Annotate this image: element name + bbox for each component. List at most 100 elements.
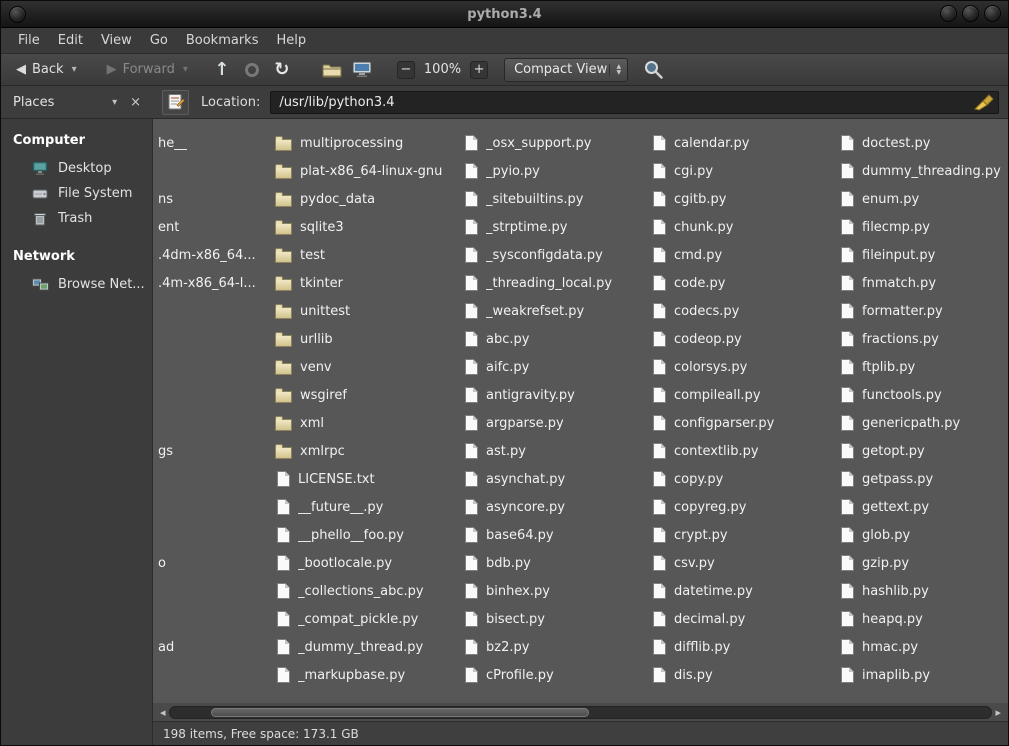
file-item[interactable]: decimal.py xyxy=(649,605,837,633)
folder-item[interactable]: urllib xyxy=(273,325,461,353)
file-item[interactable]: _compat_pickle.py xyxy=(273,605,461,633)
back-dropdown-icon[interactable]: ▾ xyxy=(72,64,77,75)
file-item[interactable]: getpass.py xyxy=(837,465,1006,493)
file-item[interactable]: colorsys.py xyxy=(649,353,837,381)
file-item[interactable]: heapq.py xyxy=(837,605,1006,633)
file-item[interactable]: glob.py xyxy=(837,521,1006,549)
file-item[interactable]: datetime.py xyxy=(649,577,837,605)
file-item[interactable]: functools.py xyxy=(837,381,1006,409)
sidebar-item-file-system[interactable]: File System xyxy=(1,181,152,206)
search-button[interactable] xyxy=(638,57,668,83)
file-item[interactable]: fnmatch.py xyxy=(837,269,1006,297)
file-item[interactable]: genericpath.py xyxy=(837,409,1006,437)
folder-item[interactable]: test xyxy=(273,241,461,269)
file-item[interactable]: cgitb.py xyxy=(649,185,837,213)
file-item[interactable]: ast.py xyxy=(461,437,649,465)
file-item[interactable]: codecs.py xyxy=(649,297,837,325)
folder-item[interactable]: wsgiref xyxy=(273,381,461,409)
menu-bookmarks[interactable]: Bookmarks xyxy=(177,30,268,51)
file-item[interactable]: _sitebuiltins.py xyxy=(461,185,649,213)
file-item[interactable]: hmac.py xyxy=(837,633,1006,661)
file-item[interactable]: dummy_threading.py xyxy=(837,157,1006,185)
sidebar-item-trash[interactable]: Trash xyxy=(1,206,152,231)
maximize-button[interactable] xyxy=(962,5,979,22)
stop-button[interactable] xyxy=(237,57,267,83)
file-item-partial[interactable]: ns xyxy=(156,185,273,213)
folder-item[interactable]: xmlrpc xyxy=(273,437,461,465)
file-item[interactable]: _dummy_thread.py xyxy=(273,633,461,661)
file-item[interactable]: argparse.py xyxy=(461,409,649,437)
file-item[interactable]: _pyio.py xyxy=(461,157,649,185)
file-item[interactable]: hashlib.py xyxy=(837,577,1006,605)
file-item[interactable]: difflib.py xyxy=(649,633,837,661)
file-item[interactable]: asyncore.py xyxy=(461,493,649,521)
minimize-button[interactable] xyxy=(940,5,957,22)
menu-help[interactable]: Help xyxy=(267,30,315,51)
file-item[interactable]: aifc.py xyxy=(461,353,649,381)
folder-item[interactable]: plat-x86_64-linux-gnu xyxy=(273,157,461,185)
folder-item[interactable]: pydoc_data xyxy=(273,185,461,213)
zoom-out-button[interactable]: − xyxy=(397,61,415,79)
places-close-icon[interactable]: × xyxy=(130,95,141,110)
scroll-left-icon[interactable]: ◂ xyxy=(157,706,169,719)
file-item[interactable]: LICENSE.txt xyxy=(273,465,461,493)
file-item[interactable]: ftplib.py xyxy=(837,353,1006,381)
file-item[interactable]: _strptime.py xyxy=(461,213,649,241)
file-item[interactable]: compileall.py xyxy=(649,381,837,409)
folder-item[interactable]: sqlite3 xyxy=(273,213,461,241)
file-item[interactable]: calendar.py xyxy=(649,129,837,157)
file-item[interactable]: _threading_local.py xyxy=(461,269,649,297)
file-item[interactable]: dis.py xyxy=(649,661,837,689)
up-button[interactable]: ↑ xyxy=(207,57,237,83)
file-item[interactable]: _collections_abc.py xyxy=(273,577,461,605)
file-item[interactable]: contextlib.py xyxy=(649,437,837,465)
file-item[interactable]: binhex.py xyxy=(461,577,649,605)
open-folder-button[interactable] xyxy=(317,57,347,83)
file-item[interactable]: _bootlocale.py xyxy=(273,549,461,577)
file-item[interactable]: bisect.py xyxy=(461,605,649,633)
file-item[interactable]: formatter.py xyxy=(837,297,1006,325)
forward-button[interactable]: ▶ Forward ▾ xyxy=(100,59,195,80)
file-item[interactable]: asynchat.py xyxy=(461,465,649,493)
back-button[interactable]: ◀ Back ▾ xyxy=(9,59,84,80)
folder-item[interactable]: unittest xyxy=(273,297,461,325)
file-item[interactable]: base64.py xyxy=(461,521,649,549)
menu-file[interactable]: File xyxy=(9,30,49,51)
file-item-partial[interactable]: he__ xyxy=(156,129,273,157)
zoom-in-button[interactable]: + xyxy=(470,61,488,79)
file-item[interactable]: antigravity.py xyxy=(461,381,649,409)
view-mode-select[interactable]: Compact View ▲ ▼ xyxy=(504,58,628,82)
file-item-partial[interactable]: ad xyxy=(156,633,273,661)
file-item[interactable]: code.py xyxy=(649,269,837,297)
file-item-partial[interactable]: .4m-x86_64-l... xyxy=(156,269,273,297)
file-item[interactable]: gettext.py xyxy=(837,493,1006,521)
file-item[interactable]: csv.py xyxy=(649,549,837,577)
file-item-partial[interactable]: ent xyxy=(156,213,273,241)
file-item[interactable]: fractions.py xyxy=(837,325,1006,353)
close-button[interactable] xyxy=(984,5,1001,22)
file-item[interactable]: __future__.py xyxy=(273,493,461,521)
file-item[interactable]: cgi.py xyxy=(649,157,837,185)
brush-icon[interactable] xyxy=(973,93,995,115)
folder-item[interactable]: multiprocessing xyxy=(273,129,461,157)
file-item[interactable]: chunk.py xyxy=(649,213,837,241)
scroll-right-icon[interactable]: ▸ xyxy=(992,706,1004,719)
file-item-partial[interactable]: gs xyxy=(156,437,273,465)
file-item[interactable]: bdb.py xyxy=(461,549,649,577)
sidebar-item-desktop[interactable]: Desktop xyxy=(1,156,152,181)
sidebar-item-browse-network[interactable]: Browse Net... xyxy=(1,272,152,297)
horizontal-scrollbar[interactable]: ◂ ▸ xyxy=(153,703,1008,721)
menu-edit[interactable]: Edit xyxy=(49,30,92,51)
places-dropdown-icon[interactable]: ▾ xyxy=(112,97,117,108)
file-item[interactable]: crypt.py xyxy=(649,521,837,549)
scrollbar-thumb[interactable] xyxy=(211,708,589,717)
titlebar[interactable]: python3.4 xyxy=(1,1,1008,28)
file-item[interactable]: _weakrefset.py xyxy=(461,297,649,325)
file-item[interactable]: imaplib.py xyxy=(837,661,1006,689)
file-item[interactable]: __phello__foo.py xyxy=(273,521,461,549)
menu-go[interactable]: Go xyxy=(141,30,177,51)
scrollbar-track[interactable] xyxy=(169,706,993,719)
file-item[interactable]: cProfile.py xyxy=(461,661,649,689)
file-item[interactable]: _markupbase.py xyxy=(273,661,461,689)
file-item[interactable]: getopt.py xyxy=(837,437,1006,465)
